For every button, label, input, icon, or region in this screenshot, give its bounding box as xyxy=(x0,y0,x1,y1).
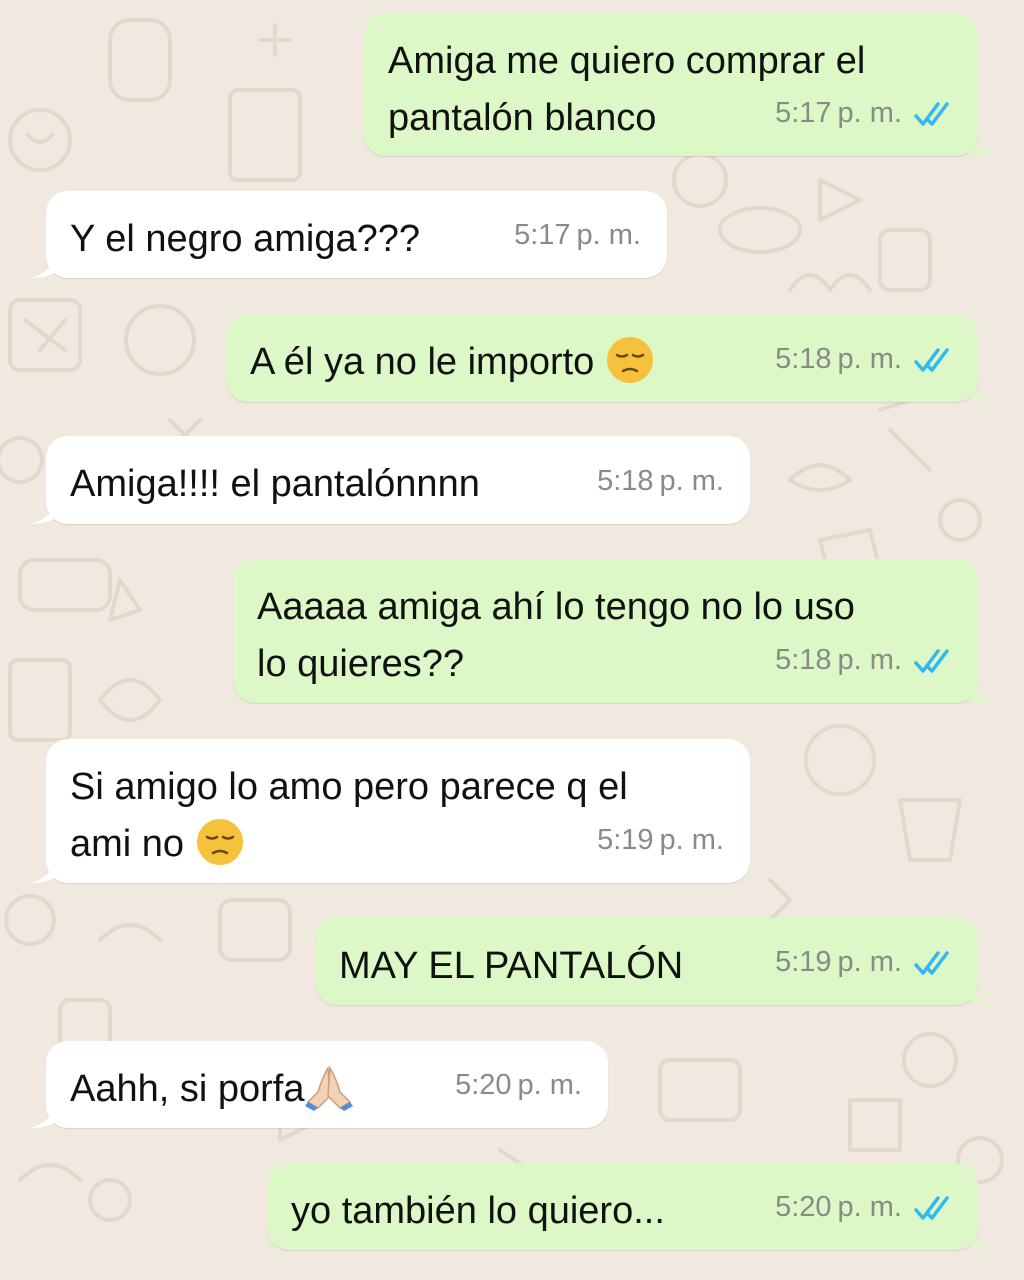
message-bubble-outgoing[interactable]: yo también lo quiero... 5:20 p. m. xyxy=(267,1163,995,1250)
message-meta: 5:20 p. m. xyxy=(455,1057,582,1114)
message-ampm: p. m. xyxy=(517,1069,582,1101)
message-bubble-incoming[interactable]: Y el negro amiga??? 5:17 p. m. xyxy=(29,191,667,278)
bubble-tail xyxy=(29,1102,57,1128)
message-time: 5:18 xyxy=(597,465,654,497)
message-meta: 5:19 p. m. xyxy=(597,812,724,869)
bubble-tail xyxy=(967,677,995,703)
pensive-face-emoji-icon xyxy=(196,818,243,865)
bubble-tail xyxy=(967,1224,995,1250)
message-meta: 5:17 p. m. xyxy=(514,207,641,264)
chat-thread[interactable]: Amiga me quiero comprar el pantalón blan… xyxy=(0,0,1024,1280)
message-bubble-outgoing[interactable]: A él ya no le importo 5:18 p. m. xyxy=(226,314,995,402)
message-ampm: p. m. xyxy=(659,465,724,497)
message-ampm: p. m. xyxy=(837,343,902,375)
message-ampm: p. m. xyxy=(837,97,902,129)
message-time: 5:19 xyxy=(597,824,654,856)
message-meta: 5:18 p. m. xyxy=(597,453,724,510)
bubble-tail xyxy=(967,979,995,1005)
message-time: 5:18 xyxy=(775,343,832,375)
double-check-read-icon xyxy=(914,347,949,372)
message-ampm: p. m. xyxy=(576,219,641,251)
message-meta: 5:18 p. m. xyxy=(775,632,952,689)
message-ampm: p. m. xyxy=(837,1191,902,1223)
double-check-read-icon xyxy=(914,648,949,673)
double-check-read-icon xyxy=(914,101,949,126)
message-bubble-incoming[interactable]: Aahh, si porfa 5:20 p. m. xyxy=(29,1041,608,1128)
message-meta: 5:17 p. m. xyxy=(775,85,952,142)
message-bubble-incoming[interactable]: Si amigo lo amo pero parece q el ami no … xyxy=(29,739,750,883)
message-meta: 5:20 p. m. xyxy=(775,1179,952,1236)
bubble-tail xyxy=(967,376,995,402)
bubble-tail xyxy=(967,130,995,156)
message-ampm: p. m. xyxy=(659,824,724,856)
message-meta: 5:18 p. m. xyxy=(775,331,952,388)
double-check-read-icon xyxy=(914,950,949,975)
message-ampm: p. m. xyxy=(837,644,902,676)
bubble-tail xyxy=(29,498,57,524)
message-meta: 5:19 p. m. xyxy=(775,934,952,991)
message-time: 5:20 xyxy=(455,1069,512,1101)
message-bubble-outgoing[interactable]: Amiga me quiero comprar el pantalón blan… xyxy=(364,13,995,156)
message-time: 5:20 xyxy=(775,1191,832,1223)
message-time: 5:17 xyxy=(775,97,832,129)
message-time: 5:19 xyxy=(775,946,832,978)
bubble-tail xyxy=(29,857,57,883)
bubble-tail xyxy=(29,252,57,278)
pensive-face-emoji-icon xyxy=(606,336,653,383)
message-time: 5:17 xyxy=(514,219,571,251)
message-bubble-outgoing[interactable]: MAY EL PANTALÓN 5:19 p. m. xyxy=(315,918,995,1005)
message-bubble-outgoing[interactable]: Aaaaa amiga ahí lo tengo no lo uso lo qu… xyxy=(233,559,995,703)
message-bubble-incoming[interactable]: Amiga!!!! el pantalónnnn 5:18 p. m. xyxy=(29,436,750,524)
double-check-read-icon xyxy=(914,1195,949,1220)
folded-hands-emoji-icon xyxy=(305,1065,354,1111)
message-ampm: p. m. xyxy=(837,946,902,978)
message-time: 5:18 xyxy=(775,644,832,676)
